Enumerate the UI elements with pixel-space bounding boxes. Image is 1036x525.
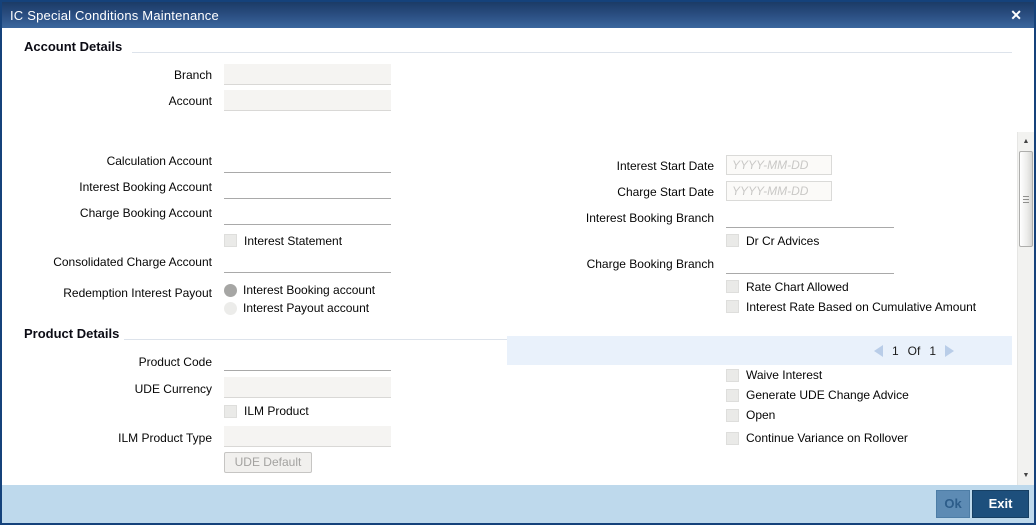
footer-bar: Ok Exit [2, 485, 1034, 523]
ilm-product-checkbox[interactable] [224, 405, 237, 418]
section-header-account-details: Account Details [24, 39, 123, 54]
ilm-product-type-label: ILM Product Type [118, 431, 212, 445]
interest-statement-label: Interest Statement [244, 234, 343, 248]
open-checkbox[interactable] [726, 409, 739, 422]
ic-special-conditions-window: IC Special Conditions Maintenance ✕ Acco… [0, 0, 1036, 525]
continue-variance-on-rollover-label: Continue Variance on Rollover [746, 431, 908, 445]
product-code-input[interactable] [224, 351, 391, 371]
dr-cr-advices-checkbox[interactable] [726, 234, 739, 247]
rate-chart-allowed-checkbox[interactable] [726, 280, 739, 293]
waive-interest-label: Waive Interest [746, 368, 823, 382]
interest-start-date-label: Interest Start Date [616, 159, 714, 173]
generate-ude-change-advice-label: Generate UDE Change Advice [746, 388, 909, 402]
rate-chart-allowed-label: Rate Chart Allowed [746, 280, 849, 294]
next-page-icon[interactable] [945, 344, 954, 357]
pagination-total-pages: 1 [929, 343, 936, 358]
consolidated-charge-account-input[interactable] [224, 253, 391, 273]
account-label: Account [168, 94, 212, 108]
interest-booking-account-radio-label: Interest Booking account [243, 283, 376, 297]
interest-booking-branch-label: Interest Booking Branch [585, 211, 714, 225]
account-input [224, 90, 391, 111]
ude-currency-input [224, 377, 391, 398]
pagination-of-label: Of [907, 343, 921, 358]
product-code-label: Product Code [138, 355, 212, 369]
branch-input [224, 64, 391, 85]
generate-ude-change-advice-checkbox[interactable] [726, 389, 739, 402]
interest-booking-account-radio[interactable] [224, 284, 237, 297]
scroll-up-icon[interactable]: ▲ [1018, 134, 1034, 150]
charge-booking-branch-input[interactable] [726, 254, 894, 274]
pagination-bar: 1 Of 1 [507, 336, 1012, 365]
branch-label: Branch [173, 68, 212, 82]
charge-booking-branch-label: Charge Booking Branch [586, 257, 714, 271]
dr-cr-advices-label: Dr Cr Advices [746, 234, 820, 248]
calculation-account-input[interactable] [224, 153, 391, 173]
ok-button[interactable]: Ok [936, 490, 970, 518]
scrollbar-thumb[interactable] [1019, 151, 1033, 247]
charge-booking-account-input[interactable] [224, 205, 391, 225]
interest-booking-branch-input[interactable] [726, 208, 894, 228]
interest-rate-cumulative-label: Interest Rate Based on Cumulative Amount [746, 300, 977, 314]
interest-rate-cumulative-checkbox[interactable] [726, 300, 739, 313]
interest-payout-account-radio-label: Interest Payout account [243, 301, 370, 315]
waive-interest-checkbox[interactable] [726, 369, 739, 382]
interest-booking-account-label: Interest Booking Account [79, 180, 212, 194]
scrollbar-grip [1023, 196, 1029, 205]
redemption-interest-payout-label: Redemption Interest Payout [63, 286, 212, 300]
charge-start-date-input[interactable] [726, 181, 832, 201]
exit-button[interactable]: Exit [972, 490, 1029, 518]
section-divider [132, 52, 1012, 53]
title-bar: IC Special Conditions Maintenance ✕ [2, 2, 1034, 28]
window-title: IC Special Conditions Maintenance [10, 7, 219, 23]
vertical-scrollbar[interactable]: ▲ ▼ [1017, 132, 1034, 486]
open-label: Open [746, 408, 776, 422]
section-header-product-details: Product Details [24, 326, 120, 341]
ude-default-button[interactable]: UDE Default [224, 452, 312, 473]
charge-booking-account-label: Charge Booking Account [79, 206, 212, 220]
ilm-product-label: ILM Product [244, 404, 309, 418]
close-icon[interactable]: ✕ [1010, 8, 1022, 22]
ilm-product-type-input [224, 426, 391, 447]
interest-statement-checkbox[interactable] [224, 234, 237, 247]
scroll-down-icon[interactable]: ▼ [1018, 468, 1034, 484]
previous-page-icon[interactable] [873, 344, 883, 357]
pagination-current-page: 1 [891, 343, 899, 358]
interest-payout-account-radio[interactable] [224, 302, 237, 315]
charge-start-date-label: Charge Start Date [617, 185, 714, 199]
interest-start-date-input[interactable] [726, 155, 832, 175]
consolidated-charge-account-label: Consolidated Charge Account [53, 255, 212, 269]
interest-booking-account-input[interactable] [224, 179, 391, 199]
continue-variance-on-rollover-checkbox[interactable] [726, 432, 739, 445]
calculation-account-label: Calculation Account [106, 154, 212, 168]
ude-currency-label: UDE Currency [134, 382, 212, 396]
